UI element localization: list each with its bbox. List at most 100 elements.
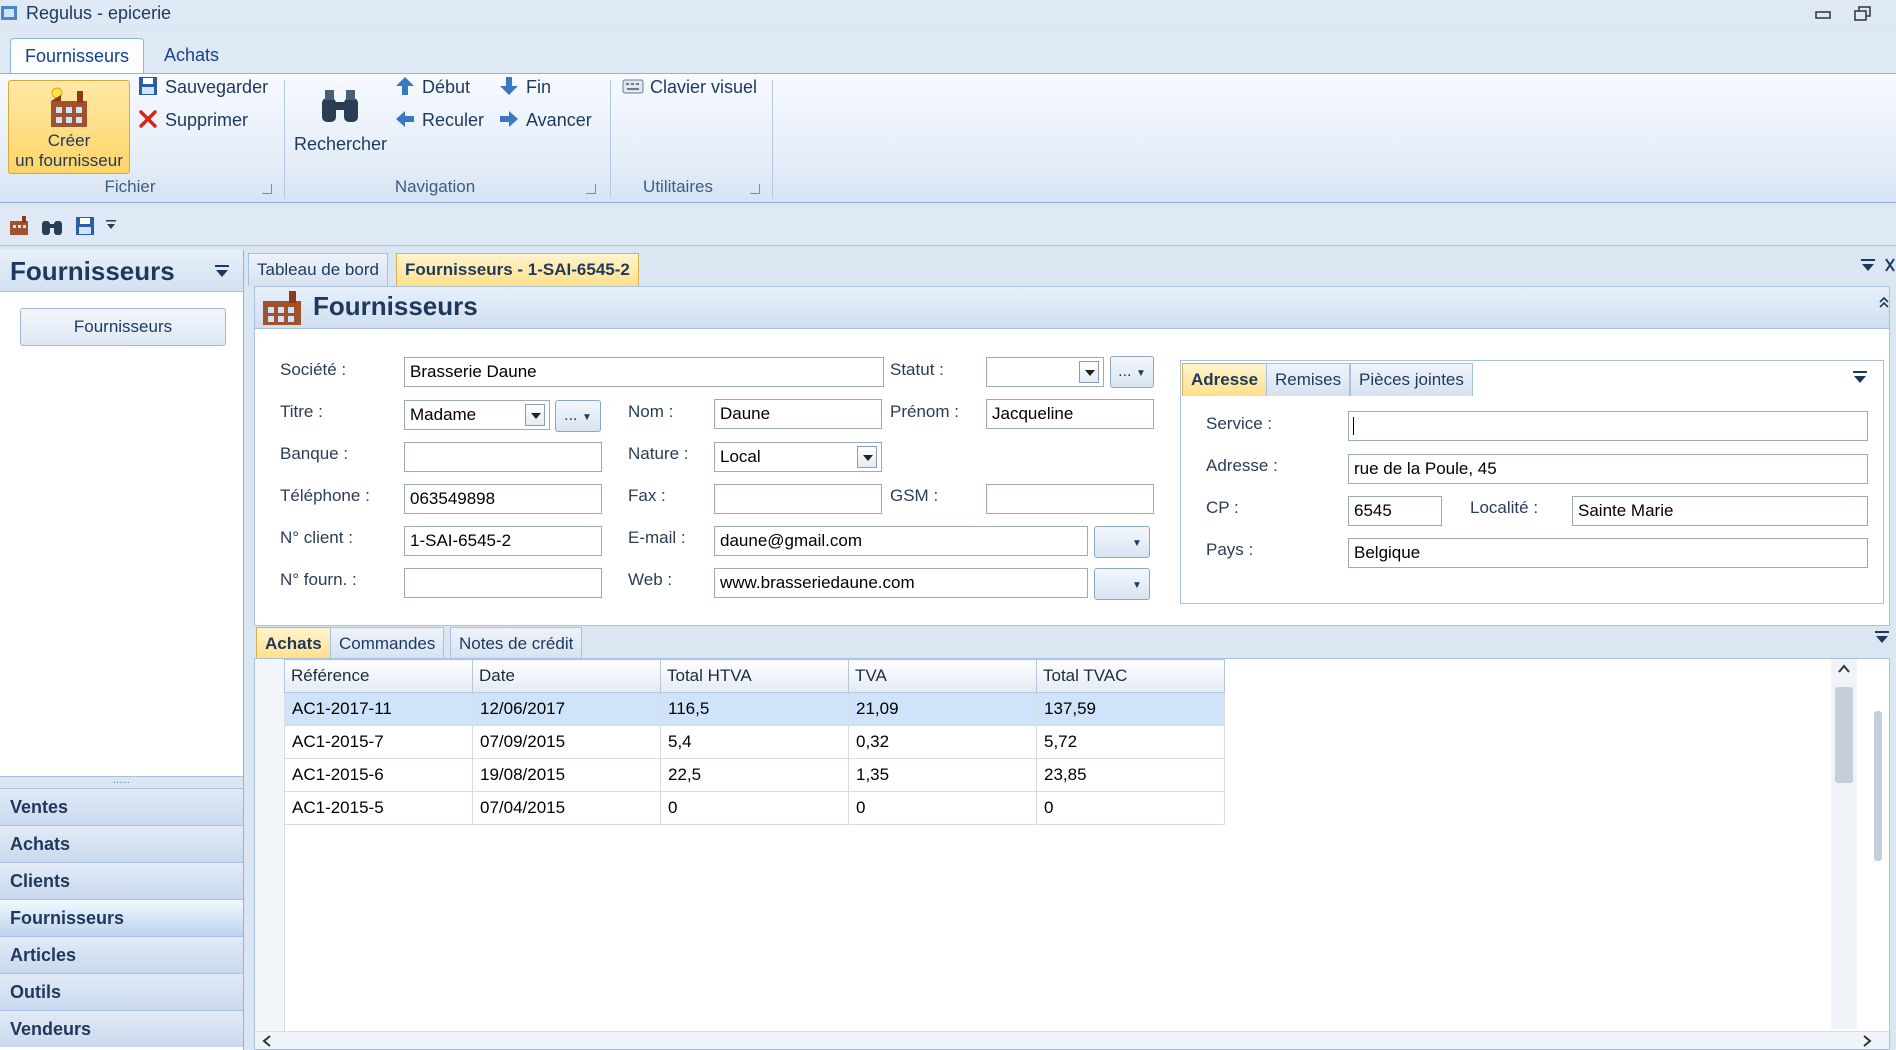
bottom-tabs-menu-icon[interactable]: [1874, 630, 1890, 646]
column-header-total-tvac[interactable]: Total TVAC: [1036, 659, 1225, 693]
outer-scrollbar[interactable]: [1871, 659, 1885, 1029]
cell-total-tvac[interactable]: 137,59: [1036, 692, 1225, 726]
telephone-input[interactable]: 063549898: [404, 484, 602, 514]
ribbon-tab-achats[interactable]: Achats: [150, 38, 233, 74]
service-input[interactable]: [1348, 411, 1868, 441]
statut-select[interactable]: [986, 357, 1104, 387]
tab-pieces-jointes[interactable]: Pièces jointes: [1350, 363, 1473, 396]
table-row[interactable]: AC1-2015-5 07/04/2015 0 0 0: [284, 791, 1225, 825]
tab-notes-de-credit[interactable]: Notes de crédit: [450, 627, 583, 659]
scroll-right-icon[interactable]: [1861, 1034, 1873, 1048]
vertical-scrollbar[interactable]: [1831, 659, 1857, 1029]
restore-button[interactable]: [1850, 2, 1876, 24]
prenom-input[interactable]: Jacqueline: [986, 399, 1154, 429]
titre-more-button[interactable]: ... ▼: [555, 400, 601, 432]
table-row[interactable]: AC1-2015-7 07/09/2015 5,4 0,32 5,72: [284, 725, 1225, 759]
fax-input[interactable]: [714, 484, 882, 514]
nav-section-ventes[interactable]: Ventes: [0, 788, 243, 825]
horizontal-scrollbar[interactable]: [255, 1031, 1889, 1049]
statut-more-button[interactable]: ... ▼: [1110, 356, 1154, 388]
close-doc-icon[interactable]: [1884, 256, 1896, 274]
email-action-button[interactable]: ▼: [1094, 526, 1150, 558]
tab-achats[interactable]: Achats: [256, 627, 331, 659]
doc-tabs-menu-icon[interactable]: [1860, 258, 1876, 274]
tab-remises[interactable]: Remises: [1266, 363, 1351, 396]
save-button[interactable]: Sauvegarder: [137, 74, 268, 100]
collapse-panel-icon[interactable]: [1879, 295, 1889, 309]
cell-total-htva[interactable]: 22,5: [660, 758, 849, 792]
qat-create-icon[interactable]: [8, 215, 30, 237]
nav-item-fournisseurs[interactable]: Fournisseurs: [20, 308, 226, 346]
column-header-total-htva[interactable]: Total HTVA: [660, 659, 849, 693]
navigation-launcher-icon[interactable]: [586, 184, 596, 194]
cell-date[interactable]: 19/08/2015: [472, 758, 661, 792]
cell-reference[interactable]: AC1-2015-5: [284, 791, 473, 825]
qat-save-icon[interactable]: [74, 215, 96, 237]
nav-pane-menu-icon[interactable]: [214, 264, 230, 280]
nav-section-achats[interactable]: Achats: [0, 825, 243, 862]
delete-button[interactable]: Supprimer: [137, 107, 248, 133]
column-header-tva[interactable]: TVA: [848, 659, 1037, 693]
nature-select[interactable]: Local: [714, 442, 882, 472]
create-supplier-button[interactable]: Créer un fournisseur: [8, 80, 130, 174]
cell-total-tvac[interactable]: 23,85: [1036, 758, 1225, 792]
column-header-reference[interactable]: Référence: [284, 659, 473, 693]
cell-tva[interactable]: 0,32: [848, 725, 1037, 759]
back-button[interactable]: Reculer: [394, 107, 484, 133]
cell-total-tvac[interactable]: 5,72: [1036, 725, 1225, 759]
scrollbar-thumb[interactable]: [1835, 687, 1853, 783]
tab-commandes[interactable]: Commandes: [330, 627, 445, 659]
nav-section-clients[interactable]: Clients: [0, 862, 243, 899]
cell-total-htva[interactable]: 0: [660, 791, 849, 825]
email-input[interactable]: daune@gmail.com: [714, 526, 1088, 556]
banque-input[interactable]: [404, 442, 602, 472]
qat-customize-icon[interactable]: [104, 218, 118, 232]
outer-scrollbar-thumb[interactable]: [1874, 711, 1882, 861]
scroll-left-icon[interactable]: [261, 1034, 273, 1048]
forward-button[interactable]: Avancer: [498, 107, 592, 133]
cell-date[interactable]: 07/04/2015: [472, 791, 661, 825]
cell-total-htva[interactable]: 5,4: [660, 725, 849, 759]
localite-input[interactable]: Sainte Marie: [1572, 496, 1868, 526]
qat-search-icon[interactable]: [40, 215, 64, 237]
tab-adresse[interactable]: Adresse: [1182, 363, 1268, 396]
cell-tva[interactable]: 0: [848, 791, 1037, 825]
nav-section-outils[interactable]: Outils: [0, 973, 243, 1010]
first-button[interactable]: Début: [394, 74, 470, 100]
cell-tva[interactable]: 1,35: [848, 758, 1037, 792]
fichier-launcher-icon[interactable]: [262, 184, 272, 194]
cell-date[interactable]: 12/06/2017: [472, 692, 661, 726]
gsm-input[interactable]: [986, 484, 1154, 514]
nfourn-input[interactable]: [404, 568, 602, 598]
cell-total-tvac[interactable]: 0: [1036, 791, 1225, 825]
adresse-input[interactable]: rue de la Poule, 45: [1348, 454, 1868, 484]
table-row[interactable]: AC1-2015-6 19/08/2015 22,5 1,35 23,85: [284, 758, 1225, 792]
chevron-down-icon[interactable]: [525, 404, 545, 426]
nclient-input[interactable]: 1-SAI-6545-2: [404, 526, 602, 556]
cp-input[interactable]: 6545: [1348, 496, 1442, 526]
nav-splitter-grip[interactable]: ......: [0, 776, 243, 788]
nav-section-vendeurs[interactable]: Vendeurs: [0, 1010, 243, 1047]
doc-tab-supplier[interactable]: Fournisseurs - 1-SAI-6545-2: [396, 253, 639, 286]
search-button[interactable]: Rechercher: [294, 80, 387, 174]
web-action-button[interactable]: ▼: [1094, 568, 1150, 600]
scroll-up-icon[interactable]: [1837, 663, 1851, 675]
cell-date[interactable]: 07/09/2015: [472, 725, 661, 759]
doc-tab-dashboard[interactable]: Tableau de bord: [248, 253, 388, 286]
column-header-date[interactable]: Date: [472, 659, 661, 693]
minimize-button[interactable]: [1810, 2, 1836, 24]
address-tabs-menu-icon[interactable]: [1852, 370, 1868, 386]
cell-reference[interactable]: AC1-2017-11: [284, 692, 473, 726]
cell-tva[interactable]: 21,09: [848, 692, 1037, 726]
ribbon-tab-fournisseurs[interactable]: Fournisseurs: [10, 38, 145, 74]
last-button[interactable]: Fin: [498, 74, 551, 100]
cell-reference[interactable]: AC1-2015-6: [284, 758, 473, 792]
nav-section-articles[interactable]: Articles: [0, 936, 243, 973]
cell-reference[interactable]: AC1-2015-7: [284, 725, 473, 759]
utilitaires-launcher-icon[interactable]: [750, 184, 760, 194]
cell-total-htva[interactable]: 116,5: [660, 692, 849, 726]
visual-keyboard-button[interactable]: Clavier visuel: [622, 74, 757, 100]
nav-section-fournisseurs[interactable]: Fournisseurs: [0, 899, 243, 936]
pays-input[interactable]: Belgique: [1348, 538, 1868, 568]
societe-input[interactable]: Brasserie Daune: [404, 357, 884, 387]
